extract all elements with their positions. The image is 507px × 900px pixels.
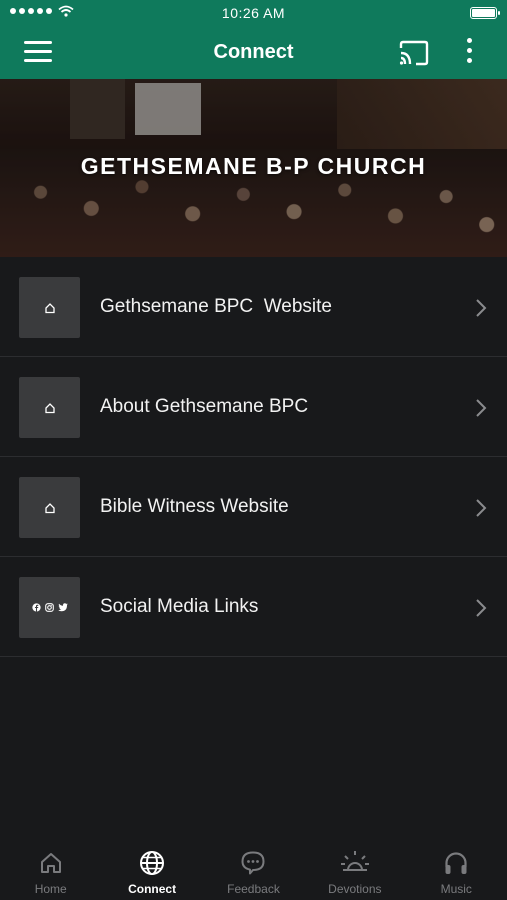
tab-label: Connect [128, 882, 177, 896]
social-icons [31, 603, 68, 612]
more-options-button[interactable] [462, 38, 476, 68]
tab-label: Music [440, 882, 472, 896]
status-bar: 10:26 AM [0, 0, 507, 26]
signal-strength-icon [10, 8, 52, 14]
home-icon [40, 853, 61, 873]
hero-banner: GETHSEMANE B-P CHURCH [0, 79, 507, 257]
app-bar: Connect [0, 26, 507, 79]
chat-bubble-icon [241, 851, 265, 875]
more-vertical-icon [466, 38, 472, 43]
wifi-icon [58, 5, 74, 17]
list-item-social-media[interactable]: Social Media Links [0, 557, 507, 657]
twitter-icon [57, 603, 68, 612]
status-left [10, 5, 74, 17]
tab-home[interactable]: Home [0, 837, 101, 900]
list-item-gethsemane-website[interactable]: Gethsemane BPC Website [0, 257, 507, 357]
tab-music[interactable]: Music [406, 837, 507, 900]
status-time: 10:26 AM [221, 5, 286, 21]
hero-title: GETHSEMANE B-P CHURCH [80, 153, 427, 179]
list-item-about-gethsemane[interactable]: About Gethsemane BPC [0, 357, 507, 457]
tab-label: Devotions [328, 882, 382, 896]
home-icon [44, 402, 55, 413]
globe-icon [140, 851, 165, 875]
connect-list: Gethsemane BPC Website About Gethsemane … [0, 257, 507, 657]
list-item-label: Social Media Links [100, 596, 259, 617]
bottom-tab-bar: Home Connect Feedback Devotions Music [0, 837, 507, 900]
chevron-right-icon [476, 299, 487, 317]
list-item-label: Gethsemane BPC Website [100, 296, 332, 317]
chevron-right-icon [476, 599, 487, 617]
tab-feedback[interactable]: Feedback [203, 837, 304, 900]
list-item-thumbnail [19, 277, 80, 338]
list-item-thumbnail [19, 577, 80, 638]
hamburger-icon [24, 41, 52, 44]
cast-icon[interactable] [398, 40, 430, 66]
chevron-right-icon [476, 399, 487, 417]
headphones-icon [445, 852, 467, 874]
list-item-thumbnail [19, 377, 80, 438]
menu-button[interactable] [24, 41, 54, 65]
list-item-bible-witness[interactable]: Bible Witness Website [0, 457, 507, 557]
list-item-label: Bible Witness Website [100, 496, 289, 517]
battery-icon [470, 7, 500, 19]
list-item-thumbnail [19, 477, 80, 538]
instagram-icon [44, 603, 54, 612]
tab-label: Feedback [227, 882, 280, 896]
tab-devotions[interactable]: Devotions [304, 837, 405, 900]
home-icon [44, 502, 55, 513]
home-icon [44, 302, 55, 313]
chevron-right-icon [476, 499, 487, 517]
tab-label: Home [34, 882, 67, 896]
sun-icon [340, 851, 369, 871]
page-title: Connect [213, 41, 294, 63]
tab-connect[interactable]: Connect [101, 837, 202, 900]
list-item-label: About Gethsemane BPC [100, 396, 309, 417]
facebook-icon [31, 603, 41, 612]
